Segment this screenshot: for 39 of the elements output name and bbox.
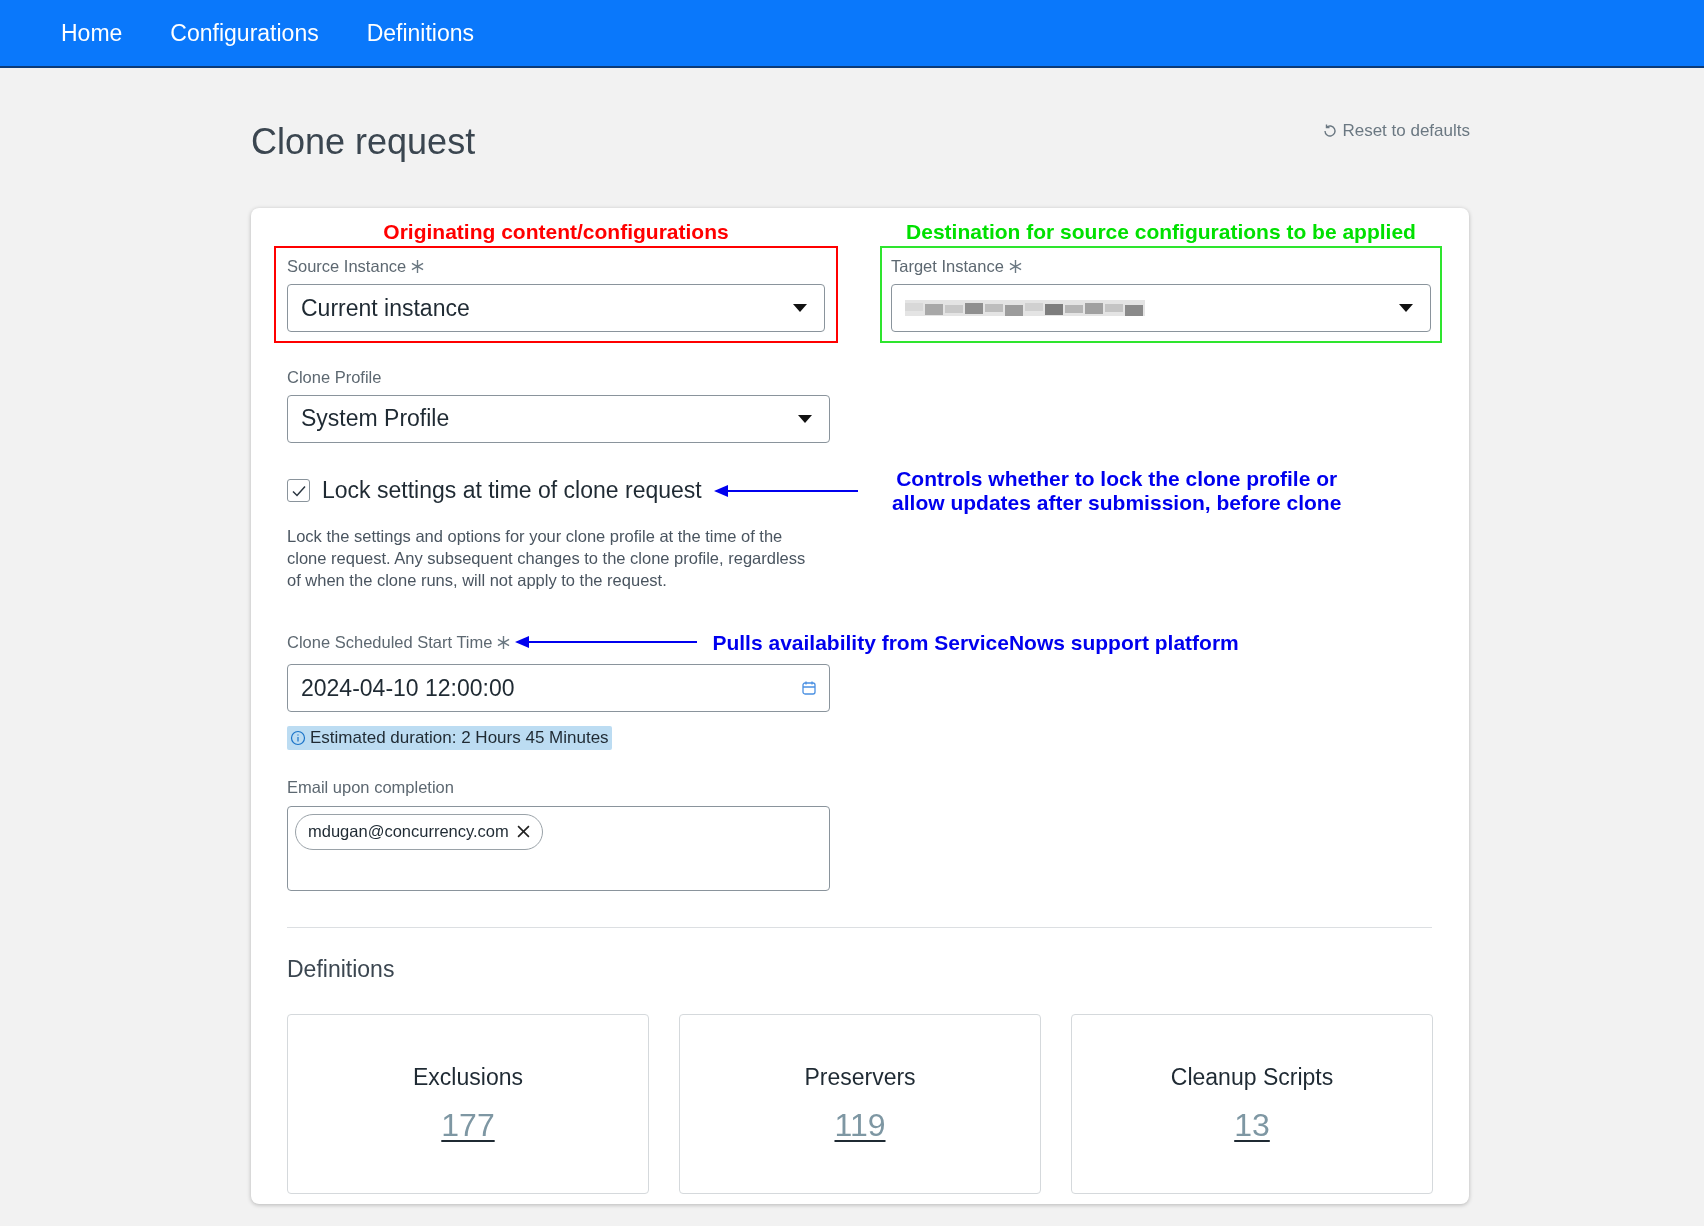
count-link[interactable]: 13 [1234, 1100, 1270, 1149]
checkbox[interactable] [287, 479, 310, 502]
email-field[interactable]: mdugan@concurrency.com [287, 805, 830, 891]
card-title: Preservers [804, 1063, 916, 1092]
callout-text: Destination for source configurations to be applied [905, 219, 1417, 245]
nav-link[interactable]: Definitions [366, 15, 475, 51]
field-label: Source Instance [287, 256, 407, 277]
callout-text: Pulls availability from ServiceNows support platform [712, 629, 1239, 656]
dropdown[interactable] [891, 283, 1431, 332]
date-field[interactable]: 2024-04-10 12:00:00 [287, 664, 830, 712]
field-label: Clone Profile [287, 366, 382, 388]
checkbox-label: Lock settings at time of clone request [322, 476, 702, 506]
nav-link[interactable]: Home [61, 15, 123, 51]
callout-text: Controls whether to lock the clone profile or allow updates after submission, before clone [891, 466, 1343, 515]
help-text: Lock the settings and options for your clone profile at the time of the clone request. Any subsequent changes to the clone profile, regardless of when the clone runs, will not apply to the request. [287, 525, 807, 591]
dropdown[interactable]: Current instance [287, 283, 825, 332]
info-icon [290, 730, 306, 746]
card-title: Cleanup Scripts [1170, 1063, 1334, 1092]
reset-icon [1322, 122, 1339, 139]
field-label: Target Instance [891, 256, 1004, 277]
count-link[interactable]: 119 [834, 1100, 886, 1149]
caret-icon [1399, 303, 1413, 312]
caret-icon [793, 303, 807, 312]
chip-text: mdugan@concurrency.com [308, 821, 509, 843]
callout-text: Originating content/configurations [382, 219, 730, 245]
dropdown[interactable]: System Profile [287, 394, 830, 443]
caret-icon [798, 414, 812, 423]
card-title: Exclusions [413, 1063, 523, 1092]
count-link[interactable]: 177 [441, 1100, 495, 1149]
nav-link[interactable]: Configurations [170, 15, 319, 51]
section-heading: Definitions [287, 954, 396, 984]
close-icon[interactable] [516, 825, 530, 839]
field-label: Clone Scheduled Start Time [287, 631, 493, 653]
reset-link[interactable]: Reset to defaults [1322, 118, 1470, 144]
info-text: Estimated duration: 2 Hours 45 Minutes [310, 727, 609, 750]
field-value: 2024-04-10 12:00:00 [301, 673, 515, 703]
calendar-icon [802, 681, 816, 695]
page-title: Clone request [251, 124, 476, 160]
field-label: Email upon completion [287, 777, 455, 798]
